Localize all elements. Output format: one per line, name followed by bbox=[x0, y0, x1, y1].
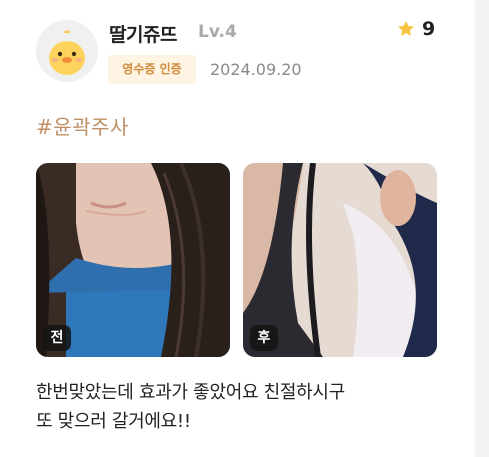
user-avatar[interactable] bbox=[36, 20, 98, 82]
star-icon bbox=[398, 20, 414, 36]
after-label: 후 bbox=[250, 325, 278, 351]
user-level: Lv.4 bbox=[198, 22, 237, 42]
after-photo[interactable]: 후 bbox=[243, 163, 437, 357]
rating-value: 9 bbox=[422, 18, 436, 40]
rating: 9 bbox=[396, 18, 435, 40]
receipt-verified-badge: 영수증 인증 bbox=[108, 55, 196, 84]
review-text: 한번맞았는데 효과가 좋았어요 친절하시구 또 맞으러 갈거에요!! bbox=[36, 378, 456, 436]
before-photo[interactable]: 전 bbox=[36, 163, 230, 357]
hashtag-link[interactable]: #윤곽주사 bbox=[36, 111, 129, 140]
duck-avatar-icon bbox=[36, 20, 98, 82]
page-edge-strip bbox=[475, 0, 489, 457]
review-line-2: 또 맞으러 갈거에요!! bbox=[36, 411, 191, 432]
review-date: 2024.09.20 bbox=[210, 60, 302, 79]
review-line-1: 한번맞았는데 효과가 좋았어요 친절하시구 bbox=[36, 382, 345, 403]
username[interactable]: 딸기쥬뜨 bbox=[109, 20, 177, 47]
before-label: 전 bbox=[43, 325, 71, 351]
